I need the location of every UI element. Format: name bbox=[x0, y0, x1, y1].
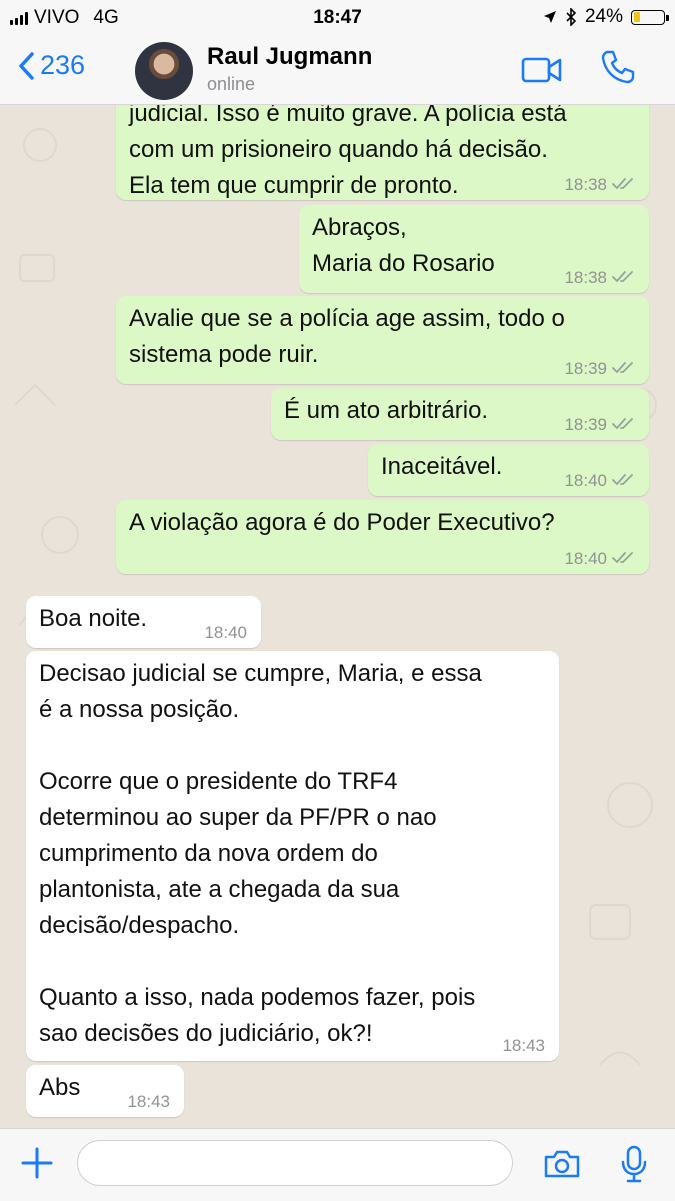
incoming-message-bubble[interactable]: Abs 18:43 bbox=[26, 1065, 184, 1117]
message-time: 18:40 bbox=[564, 549, 607, 568]
microphone-icon[interactable] bbox=[620, 1145, 648, 1183]
read-receipt-icon bbox=[611, 359, 635, 379]
message-time: 18:38 bbox=[564, 175, 607, 194]
message-meta: 18:38 bbox=[564, 268, 635, 288]
message-meta: 18:38 bbox=[564, 175, 635, 195]
read-receipt-icon bbox=[611, 415, 635, 435]
message-time: 18:38 bbox=[564, 268, 607, 287]
message-meta: 18:39 bbox=[564, 415, 635, 435]
chevron-left-icon bbox=[19, 51, 34, 80]
message-time: 18:39 bbox=[564, 359, 607, 378]
message-text: Abs bbox=[39, 1074, 81, 1101]
video-call-icon[interactable] bbox=[521, 56, 563, 84]
back-button[interactable]: 236 bbox=[18, 50, 85, 81]
phone-icon[interactable] bbox=[600, 49, 636, 85]
battery-percent: 24% bbox=[584, 6, 623, 27]
message-input[interactable] bbox=[77, 1140, 513, 1186]
status-bar: VIVO 4G 18:47 24% bbox=[0, 0, 675, 36]
outgoing-message-bubble[interactable]: Abraços, Maria do Rosario 18:38 bbox=[299, 205, 649, 293]
incoming-message-bubble[interactable]: Decisao judicial se cumpre, Maria, e ess… bbox=[26, 651, 559, 1061]
chat-header: 236 Raul Jugmann online bbox=[0, 36, 675, 105]
message-meta: 18:39 bbox=[564, 359, 635, 379]
read-receipt-icon bbox=[611, 175, 635, 195]
avatar[interactable] bbox=[135, 42, 193, 100]
contact-name[interactable]: Raul Jugmann bbox=[207, 43, 372, 71]
message-meta: 18:40 bbox=[204, 623, 247, 643]
outgoing-message-bubble[interactable]: Avalie que se a polícia age assim, todo … bbox=[116, 296, 649, 384]
message-text: judicial. Isso é muito grave. A polícia … bbox=[129, 105, 567, 199]
message-text: Inaceitável. bbox=[381, 453, 503, 480]
message-text: A violação agora é do Poder Executivo? bbox=[129, 509, 555, 536]
unread-count: 236 bbox=[40, 50, 86, 80]
message-meta: 18:40 bbox=[564, 471, 635, 491]
battery-level bbox=[633, 12, 641, 22]
input-bar bbox=[0, 1128, 675, 1201]
message-meta: 18:43 bbox=[502, 1036, 545, 1056]
message-text: É um ato arbitrário. bbox=[284, 397, 489, 424]
read-receipt-icon bbox=[611, 268, 635, 288]
camera-icon[interactable] bbox=[543, 1149, 581, 1179]
message-text: Abraços, Maria do Rosario bbox=[312, 214, 495, 277]
outgoing-message-bubble[interactable]: Inaceitável. 18:40 bbox=[368, 444, 649, 496]
message-meta: 18:43 bbox=[127, 1092, 170, 1112]
message-time: 18:40 bbox=[564, 471, 607, 490]
message-time: 18:40 bbox=[204, 623, 247, 642]
chat-area[interactable]: judicial. Isso é muito grave. A polícia … bbox=[0, 105, 675, 1128]
outgoing-message-bubble[interactable]: A violação agora é do Poder Executivo? 18… bbox=[116, 500, 649, 574]
message-meta: 18:40 bbox=[564, 549, 635, 569]
bluetooth-icon bbox=[566, 8, 577, 26]
outgoing-message-bubble[interactable]: judicial. Isso é muito grave. A polícia … bbox=[116, 105, 649, 200]
plus-icon[interactable] bbox=[20, 1146, 54, 1180]
location-icon bbox=[543, 11, 556, 23]
message-time: 18:43 bbox=[502, 1036, 545, 1055]
battery-icon bbox=[631, 9, 669, 25]
message-time: 18:43 bbox=[127, 1092, 170, 1111]
outgoing-message-bubble[interactable]: É um ato arbitrário. 18:39 bbox=[271, 388, 649, 440]
read-receipt-icon bbox=[611, 549, 635, 569]
read-receipt-icon bbox=[611, 471, 635, 491]
incoming-message-bubble[interactable]: Boa noite. 18:40 bbox=[26, 596, 261, 648]
message-text: Boa noite. bbox=[39, 605, 148, 632]
message-time: 18:39 bbox=[564, 415, 607, 434]
message-text: Decisao judicial se cumpre, Maria, e ess… bbox=[39, 660, 482, 1047]
message-text: Avalie que se a polícia age assim, todo … bbox=[129, 305, 565, 368]
contact-status: online bbox=[207, 74, 256, 94]
status-right: 24% bbox=[543, 6, 669, 28]
